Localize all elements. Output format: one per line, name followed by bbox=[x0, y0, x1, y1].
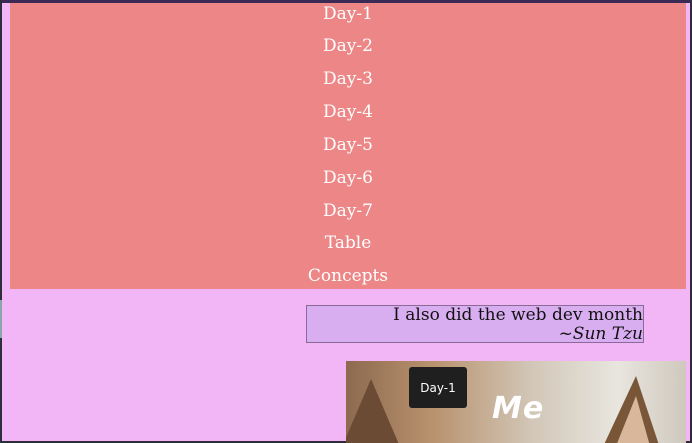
cat-ear-right-inner bbox=[616, 396, 650, 443]
nav-item-day-3[interactable]: Day-3 bbox=[10, 68, 686, 90]
nav-item-day-6[interactable]: Day-6 bbox=[10, 167, 686, 189]
day-navigation: Day-1 Day-2 Day-3 Day-4 Day-5 Day-6 Day-… bbox=[10, 3, 686, 289]
quote-block: I also did the web dev month ~Sun Tzu bbox=[306, 305, 644, 344]
nav-item-day-7[interactable]: Day-7 bbox=[10, 200, 686, 222]
nav-item-concepts[interactable]: Concepts bbox=[10, 265, 686, 287]
left-edge-marker bbox=[0, 300, 2, 338]
cat-ear-left bbox=[346, 379, 401, 443]
nav-item-table[interactable]: Table bbox=[10, 232, 686, 254]
nav-item-day-4[interactable]: Day-4 bbox=[10, 101, 686, 123]
window-left-border bbox=[0, 0, 2, 443]
tooltip: Day-1 bbox=[409, 367, 467, 408]
nav-item-day-5[interactable]: Day-5 bbox=[10, 134, 686, 156]
quote-text: I also did the web dev month bbox=[393, 305, 643, 325]
nav-item-day-2[interactable]: Day-2 bbox=[10, 35, 686, 57]
image-caption: Me bbox=[492, 391, 545, 426]
quote-author: ~Sun Tzu bbox=[558, 324, 643, 344]
cat-image: Me bbox=[346, 361, 686, 443]
nav-item-day-1[interactable]: Day-1 bbox=[10, 3, 686, 25]
